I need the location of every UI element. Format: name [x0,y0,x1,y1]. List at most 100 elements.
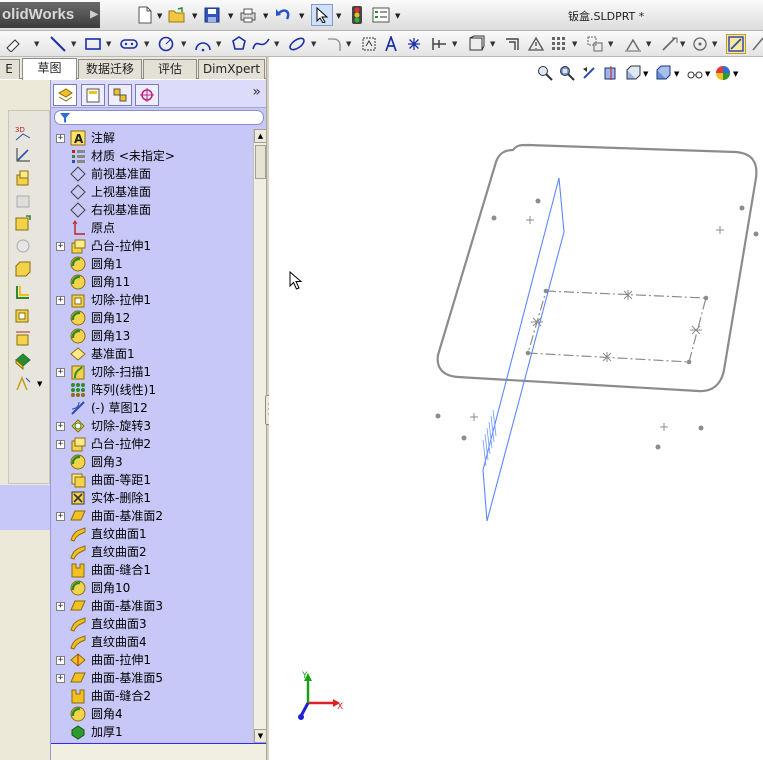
tree-row-linear-pattern1[interactable]: 阵列(线性)1 [51,381,253,399]
smart-dimension-button[interactable] [3,34,23,54]
tree-row-knit-surface1[interactable]: 曲面-缝合1 [51,561,253,579]
graphics-area[interactable]: ▼ ▼ ▼ ▼ X Y [269,57,763,760]
chevron-down-icon[interactable]: ▼ [216,40,221,48]
tree-row-front-plane[interactable]: 前视基准面 [51,165,253,183]
tree-row-planar-surface3[interactable]: + 曲面-基准面3 [51,597,253,615]
tree-row-ruled-surface3[interactable]: 直纹曲面3 [51,615,253,633]
trim-button[interactable] [429,34,449,54]
tree-row-sketch12[interactable]: (-) 草图12 [51,399,253,417]
text-button[interactable] [381,34,401,54]
sweep-icon[interactable] [14,214,32,232]
offset-entities-button[interactable] [503,34,523,54]
tree-horizontal-scrollbar[interactable] [51,743,267,760]
tree-row-offset-surface1[interactable]: 曲面-等距1 [51,471,253,489]
tree-row-origin[interactable]: 原点 [51,219,253,237]
loft-icon[interactable] [14,237,32,255]
file-properties-button[interactable] [370,4,392,26]
chevron-down-icon[interactable]: ▼ [181,40,186,48]
expand-icon[interactable]: + [56,512,65,521]
expand-icon[interactable]: + [56,368,65,377]
tree-row-ruled-surface4[interactable]: 直纹曲面4 [51,633,253,651]
tree-row-cut-extrude1[interactable]: + 切除-拉伸1 [51,291,253,309]
tree-row-extrude-surface1[interactable]: + 曲面-拉伸1 [51,651,253,669]
tree-row-boss-extrude2[interactable]: + 凸台-拉伸2 [51,435,253,453]
ellipse-button[interactable] [287,34,307,54]
new-document-button[interactable] [134,4,156,26]
solidworks-logo[interactable]: olidWorks ▶ [0,2,100,28]
convert-entities-button[interactable] [466,34,486,54]
tab-data-migration[interactable]: 数据迁移 [78,59,142,79]
tree-row-plane1[interactable]: 基准面1 [51,345,253,363]
chevron-down-icon[interactable]: ▼ [34,40,39,48]
tree-row-fillet3[interactable]: 圆角3 [51,453,253,471]
chevron-down-icon[interactable]: ▼ [572,40,577,48]
tree-row-fillet10[interactable]: 圆角10 [51,579,253,597]
chevron-down-icon[interactable]: ▼ [490,40,495,48]
3d-sketch-icon[interactable]: 3D [14,124,32,142]
sketch-fillet-button[interactable] [324,34,344,54]
tree-row-boss-extrude1[interactable]: + 凸台-拉伸1 [51,237,253,255]
print-button[interactable] [237,4,259,26]
rebuild-button[interactable] [346,4,368,26]
fillet-icon[interactable] [14,283,32,301]
tree-filter-input[interactable] [54,110,264,125]
cut-extrude-icon[interactable] [14,260,32,278]
tree-row-ruled-surface1[interactable]: 直纹曲面1 [51,525,253,543]
spline-button[interactable] [251,34,271,54]
expand-icon[interactable]: + [56,602,65,611]
tree-row-annotations[interactable]: + A 注解 [51,129,253,147]
chevron-down-icon[interactable]: ▼ [274,40,279,48]
tree-row-fillet13[interactable]: 圆角13 [51,327,253,345]
draft-icon[interactable] [14,352,32,370]
tab-features[interactable]: E [0,59,20,79]
plane-sketch-button[interactable] [359,34,379,54]
point-button[interactable] [404,34,424,54]
slot-button[interactable] [119,34,139,54]
tree-row-fillet4[interactable]: 圆角4 [51,705,253,723]
tab-evaluate[interactable]: 评估 [143,59,197,79]
rapid-sketch-button[interactable] [726,34,746,54]
chevron-down-icon[interactable]: ▼ [71,40,76,48]
tree-row-fillet1[interactable]: 圆角1 [51,255,253,273]
line-button[interactable] [48,34,68,54]
shell-icon[interactable] [14,329,32,347]
linear-pattern-button[interactable] [549,34,569,54]
feature-tree-tab[interactable] [53,84,77,106]
quick-snaps-button[interactable] [690,34,710,54]
chevron-down-icon[interactable]: ▼ [608,40,613,48]
property-manager-tab[interactable] [81,84,105,106]
chevron-down-icon[interactable]: ▼ [646,40,651,48]
tree-row-ruled-surface2[interactable]: 直纹曲面2 [51,543,253,561]
tab-dimxpert[interactable]: DimXpert [198,59,265,79]
add-relation-button[interactable] [623,34,643,54]
tree-row-fillet11[interactable]: 圆角11 [51,273,253,291]
chevron-down-icon[interactable]: ▼ [311,40,316,48]
chevron-down-icon[interactable]: ▼ [336,12,341,20]
tree-row-fillet12[interactable]: 圆角12 [51,309,253,327]
expand-icon[interactable]: + [56,422,65,431]
display-relations-button[interactable] [526,34,546,54]
chevron-down-icon[interactable]: ▼ [452,40,457,48]
expand-panel-button[interactable]: » [252,84,261,100]
expand-icon[interactable]: + [56,242,65,251]
arc-button[interactable] [193,34,213,54]
polygon-button[interactable] [229,34,249,54]
tree-row-delete-body1[interactable]: 实体-删除1 [51,489,253,507]
chevron-down-icon[interactable]: ▼ [228,12,233,20]
chevron-down-icon[interactable]: ▼ [395,12,400,20]
select-button[interactable] [311,4,333,26]
chevron-down-icon[interactable]: ▼ [106,40,111,48]
tree-row-planar-surface2[interactable]: + 曲面-基准面2 [51,507,253,525]
tree-row-top-plane[interactable]: 上视基准面 [51,183,253,201]
chevron-down-icon[interactable]: ▼ [263,12,268,20]
scroll-thumb[interactable] [255,145,266,179]
chevron-down-icon[interactable]: ▼ [712,40,717,48]
tree-row-planar-surface5[interactable]: + 曲面-基准面5 [51,669,253,687]
chevron-down-icon[interactable]: ▼ [157,12,162,20]
save-button[interactable] [201,4,223,26]
chamfer-icon[interactable] [14,306,32,324]
move-entities-button[interactable] [585,34,605,54]
tree-row-cut-revolve3[interactable]: + 切除-旋转3 [51,417,253,435]
tree-row-thicken1[interactable]: 加厚1 [51,723,253,741]
revolve-icon[interactable] [14,192,32,210]
